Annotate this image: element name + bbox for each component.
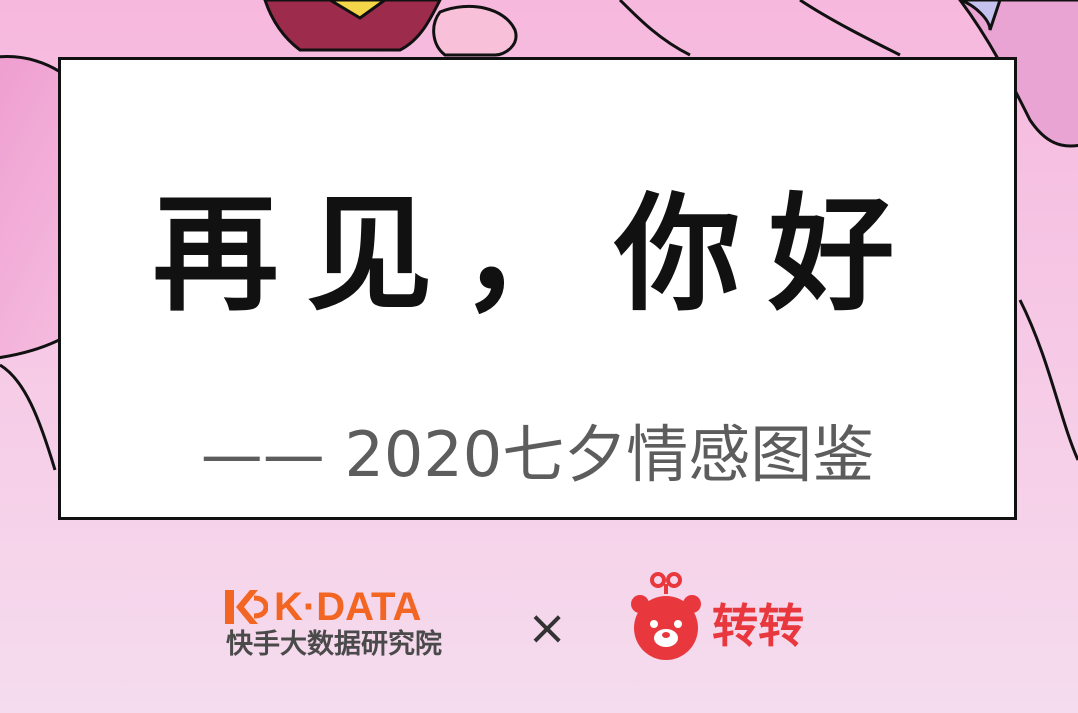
title-card: 再见，你好 —— 2020七夕情感图鉴 (58, 57, 1017, 520)
zhuanzhuan-bear-icon (631, 572, 701, 660)
subtitle: —— 2020七夕情感图鉴 (200, 418, 875, 491)
zhuanzhuan-brand: 转转 (626, 570, 846, 670)
zhuanzhuan-name: 转转 (712, 599, 804, 653)
kdata-brand: K·DATA 快手大数据研究院 (224, 585, 474, 665)
collab-separator: × (527, 600, 568, 656)
kdata-subtitle: 快手大数据研究院 (226, 629, 442, 660)
kdata-logo-icon (225, 590, 268, 624)
kdata-name: K·DATA (274, 585, 422, 629)
main-title: 再见，你好 (152, 181, 923, 328)
